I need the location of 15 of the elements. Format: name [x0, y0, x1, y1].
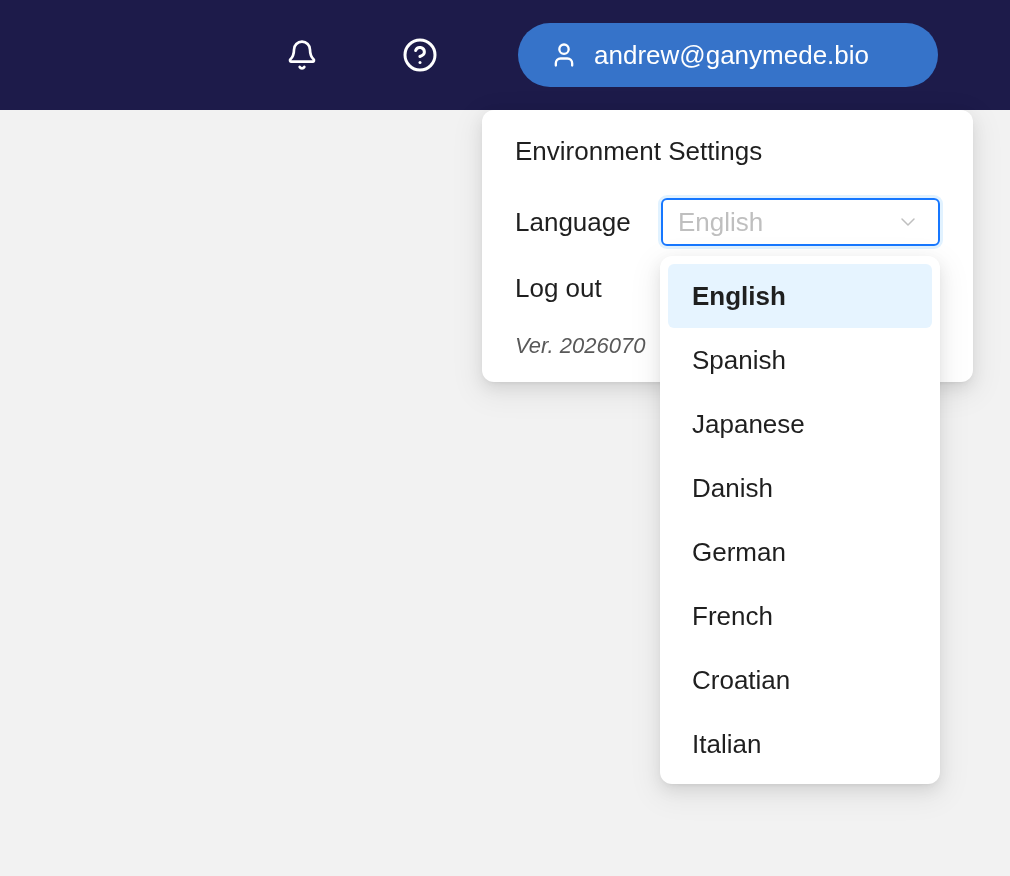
logout-link[interactable]: Log out: [515, 269, 602, 307]
language-option[interactable]: Croatian: [668, 648, 932, 712]
language-option[interactable]: Japanese: [668, 392, 932, 456]
menu-title: Environment Settings: [515, 135, 763, 168]
version-text: Ver. 2026070: [515, 332, 646, 360]
user-account-button[interactable]: andrew@ganymede.bio: [518, 23, 938, 87]
language-option[interactable]: German: [668, 520, 932, 584]
language-option[interactable]: English: [668, 264, 932, 328]
language-option[interactable]: Spanish: [668, 328, 932, 392]
help-icon[interactable]: [402, 37, 438, 73]
language-option[interactable]: Danish: [668, 456, 932, 520]
language-option[interactable]: Italian: [668, 712, 932, 776]
notifications-bell-icon[interactable]: [286, 37, 318, 73]
language-option[interactable]: French: [668, 584, 932, 648]
language-label: Language: [515, 206, 632, 239]
